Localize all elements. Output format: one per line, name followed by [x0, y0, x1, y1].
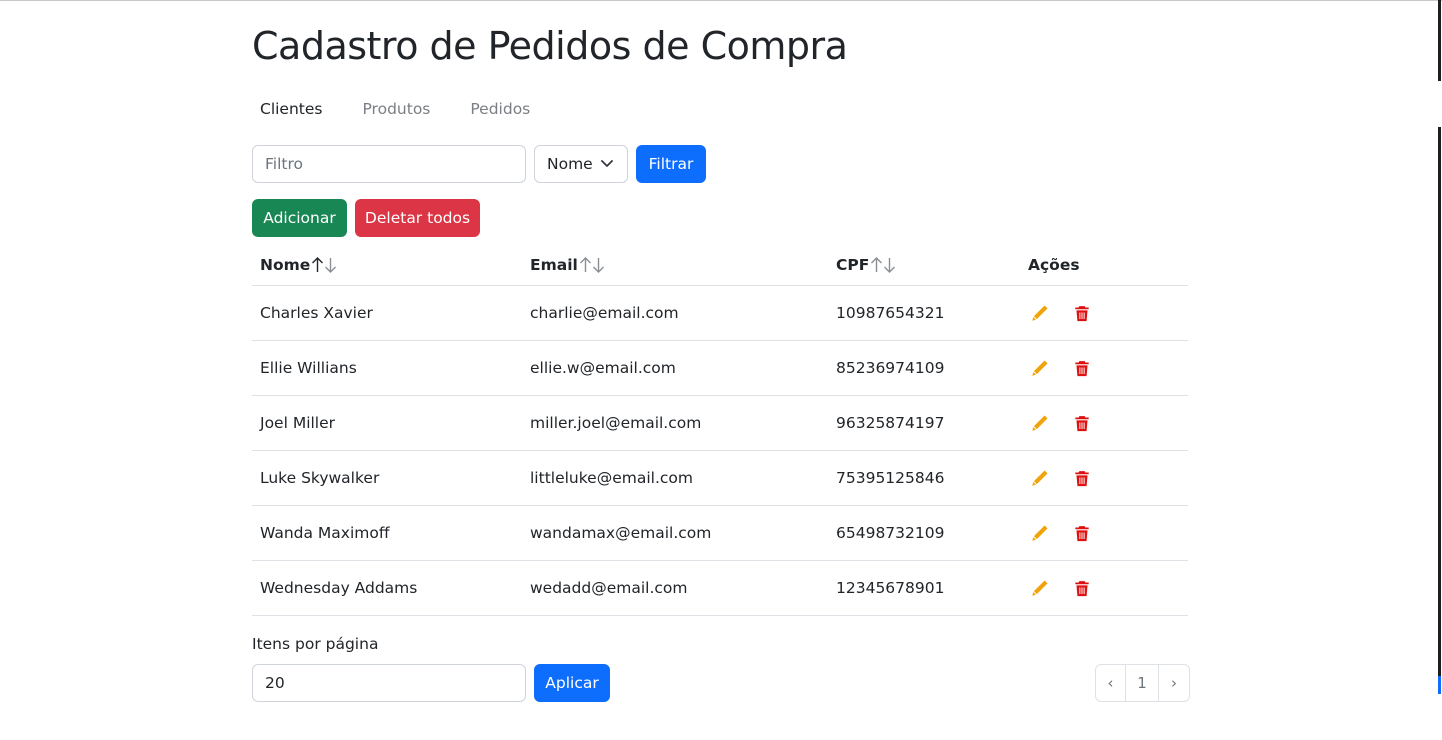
trash-icon	[1075, 415, 1089, 431]
page-title: Cadastro de Pedidos de Compra	[252, 24, 848, 68]
pencil-icon	[1032, 360, 1048, 376]
filter-field-select-value: Nome	[547, 155, 593, 173]
cell-nome: Wanda Maximoff	[252, 505, 522, 561]
previous-page-button[interactable]: ‹	[1096, 665, 1126, 701]
edit-button[interactable]	[1029, 302, 1051, 324]
cell-email: charlie@email.com	[522, 285, 828, 341]
sort-asc-icon[interactable]	[579, 256, 592, 274]
cell-actions	[1020, 340, 1188, 396]
pencil-icon	[1032, 305, 1048, 321]
cell-nome: Charles Xavier	[252, 285, 522, 341]
table-header-row: Nome Email CPF Ações	[252, 245, 1188, 286]
cell-actions	[1020, 560, 1188, 616]
column-header-label: CPF	[836, 255, 870, 274]
next-page-button[interactable]: ›	[1159, 665, 1189, 701]
cell-nome: Ellie Willians	[252, 340, 522, 396]
edit-button[interactable]	[1029, 577, 1051, 599]
sort-desc-icon[interactable]	[883, 256, 896, 274]
trash-icon	[1075, 525, 1089, 541]
table-row: Ellie Willians ellie.w@email.com 8523697…	[252, 340, 1188, 396]
sort-asc-icon[interactable]	[311, 256, 324, 274]
sort-asc-icon[interactable]	[870, 256, 883, 274]
delete-button[interactable]	[1071, 522, 1093, 544]
column-header-acoes: Ações	[1020, 245, 1188, 286]
table-row: Wanda Maximoff wandamax@email.com 654987…	[252, 505, 1188, 561]
column-header-label: Nome	[260, 255, 311, 274]
add-button[interactable]: Adicionar	[252, 199, 347, 237]
apply-button[interactable]: Aplicar	[534, 664, 610, 702]
items-per-page-label: Itens por página	[252, 635, 379, 653]
edit-button[interactable]	[1029, 467, 1051, 489]
cell-cpf: 85236974109	[828, 340, 1020, 396]
cell-cpf: 65498732109	[828, 505, 1020, 561]
column-header-label: Email	[530, 255, 578, 274]
cell-actions	[1020, 505, 1188, 561]
scrollbar-segment	[1438, 0, 1441, 81]
clients-table: Nome Email CPF Ações Charles Xavier char…	[252, 245, 1188, 616]
cell-actions	[1020, 395, 1188, 451]
trash-icon	[1075, 580, 1089, 596]
window-top-border	[0, 0, 1442, 1]
cell-actions	[1020, 285, 1188, 341]
edit-button[interactable]	[1029, 357, 1051, 379]
pencil-icon	[1032, 415, 1048, 431]
table-row: Luke Skywalker littleluke@email.com 7539…	[252, 450, 1188, 506]
tab-clientes[interactable]: Clientes	[252, 96, 330, 122]
scrollbar-segment	[1438, 676, 1441, 694]
column-header-nome: Nome	[252, 245, 522, 286]
cell-email: littleluke@email.com	[522, 450, 828, 506]
edit-button[interactable]	[1029, 412, 1051, 434]
cell-actions	[1020, 450, 1188, 506]
cell-nome: Wednesday Addams	[252, 560, 522, 616]
delete-button[interactable]	[1071, 412, 1093, 434]
pencil-icon	[1032, 525, 1048, 541]
cell-cpf: 10987654321	[828, 285, 1020, 341]
filter-field-select[interactable]: Nome	[534, 145, 628, 183]
cell-email: ellie.w@email.com	[522, 340, 828, 396]
sort-desc-icon[interactable]	[592, 256, 605, 274]
tab-produtos[interactable]: Produtos	[354, 96, 438, 122]
sort-desc-icon[interactable]	[324, 256, 337, 274]
delete-all-button[interactable]: Deletar todos	[355, 199, 480, 237]
cell-nome: Luke Skywalker	[252, 450, 522, 506]
column-header-email: Email	[522, 245, 828, 286]
delete-button[interactable]	[1071, 577, 1093, 599]
trash-icon	[1075, 305, 1089, 321]
column-header-cpf: CPF	[828, 245, 1020, 286]
table-body: Charles Xavier charlie@email.com 1098765…	[252, 285, 1188, 616]
cell-email: miller.joel@email.com	[522, 395, 828, 451]
pencil-icon	[1032, 470, 1048, 486]
trash-icon	[1075, 360, 1089, 376]
cell-email: wandamax@email.com	[522, 505, 828, 561]
filter-button[interactable]: Filtrar	[636, 145, 706, 183]
pagination: ‹ 1 ›	[1095, 664, 1190, 702]
cell-cpf: 96325874197	[828, 395, 1020, 451]
table-row: Charles Xavier charlie@email.com 1098765…	[252, 285, 1188, 341]
chevron-down-icon	[601, 160, 613, 167]
cell-cpf: 12345678901	[828, 560, 1020, 616]
filter-input[interactable]	[252, 145, 526, 183]
scrollbar-segment	[1438, 127, 1441, 687]
cell-nome: Joel Miller	[252, 395, 522, 451]
items-per-page-input[interactable]	[252, 664, 526, 702]
page-number-button[interactable]: 1	[1126, 665, 1159, 701]
nav-tabs: Clientes Produtos Pedidos	[252, 96, 562, 122]
delete-button[interactable]	[1071, 357, 1093, 379]
delete-button[interactable]	[1071, 302, 1093, 324]
table-row: Joel Miller miller.joel@email.com 963258…	[252, 395, 1188, 451]
delete-button[interactable]	[1071, 467, 1093, 489]
table-row: Wednesday Addams wedadd@email.com 123456…	[252, 560, 1188, 616]
cell-cpf: 75395125846	[828, 450, 1020, 506]
tab-pedidos[interactable]: Pedidos	[462, 96, 538, 122]
pencil-icon	[1032, 580, 1048, 596]
edit-button[interactable]	[1029, 522, 1051, 544]
trash-icon	[1075, 470, 1089, 486]
cell-email: wedadd@email.com	[522, 560, 828, 616]
